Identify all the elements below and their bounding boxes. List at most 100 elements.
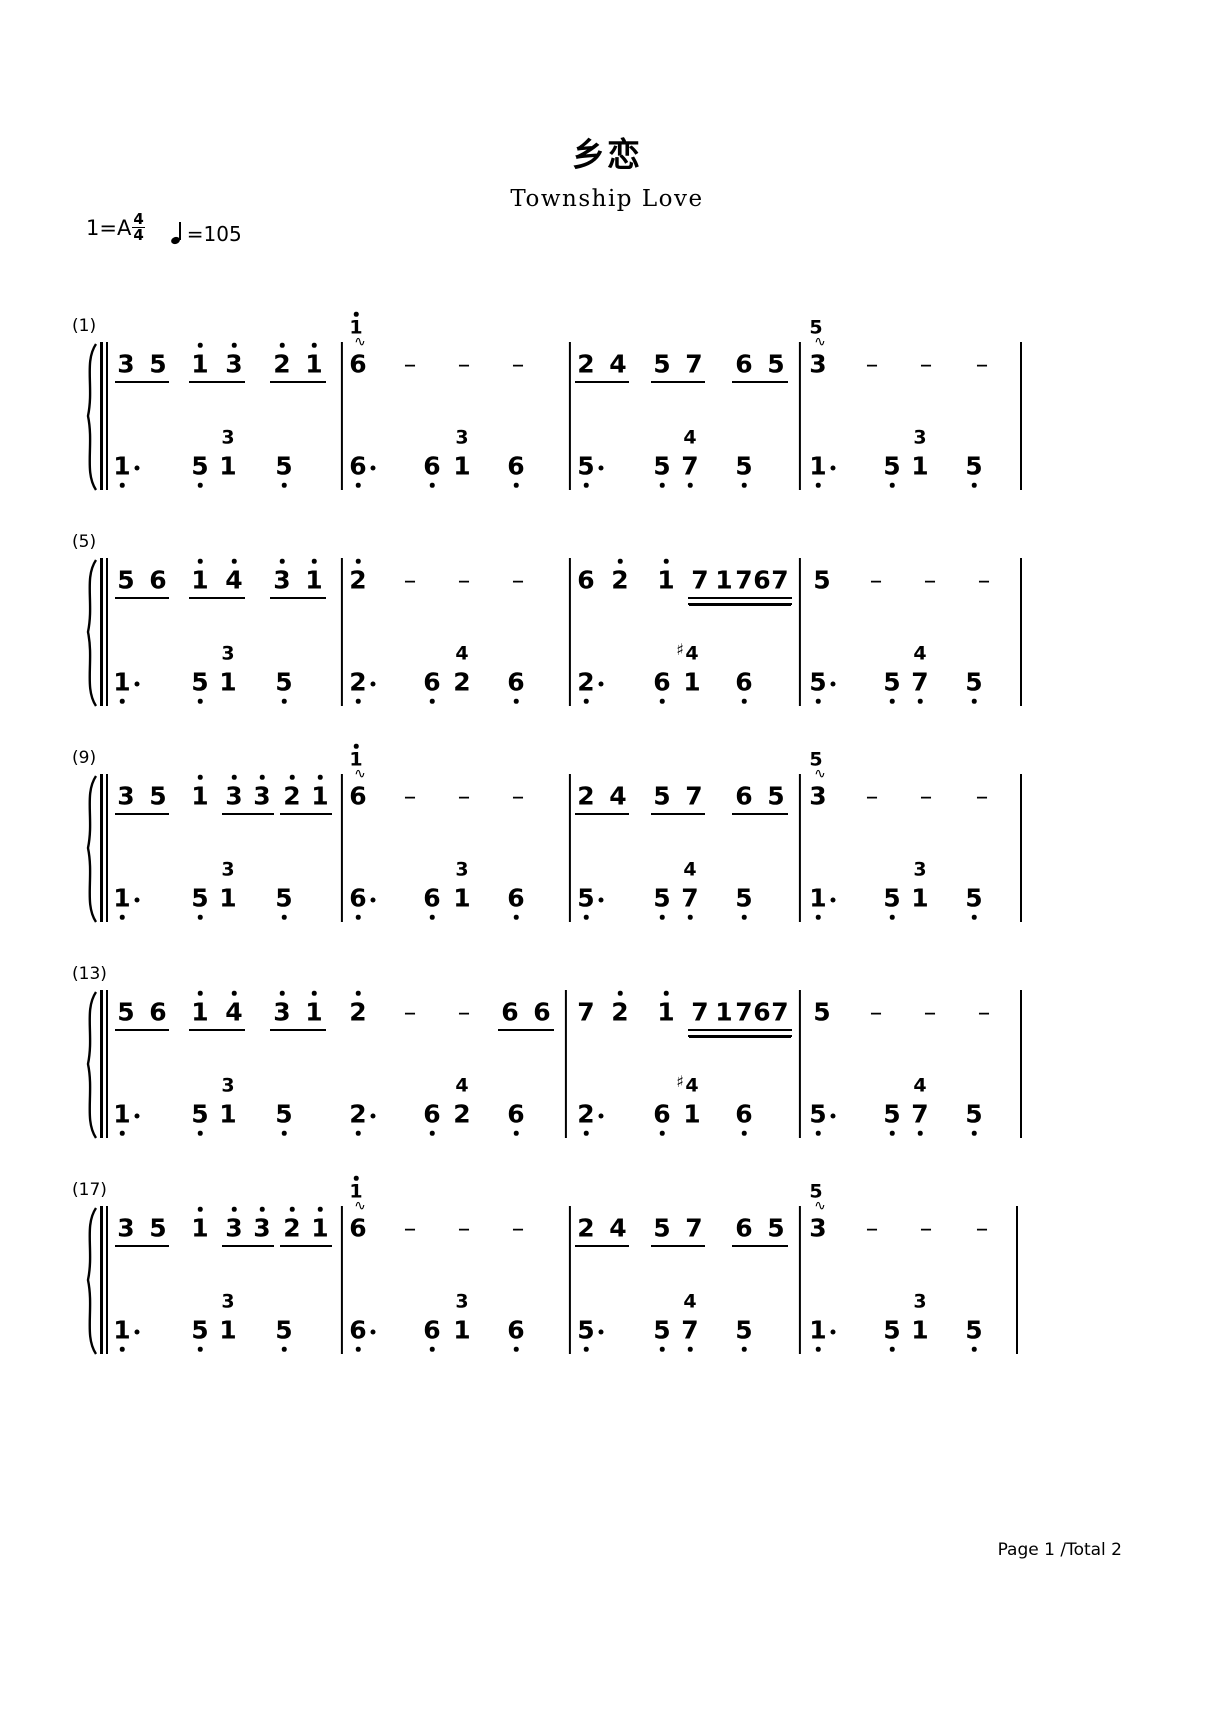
- chord-upper-note: 4: [455, 1074, 469, 1097]
- grace-octave-dot: [353, 1175, 359, 1181]
- octave-dot: [429, 914, 435, 920]
- note: 5: [735, 1315, 753, 1345]
- octave-dot: [355, 1346, 361, 1352]
- augmentation-dot: [134, 1113, 140, 1119]
- note: 3: [809, 349, 827, 379]
- octave-dot: [617, 990, 623, 996]
- octave-dot: [429, 698, 435, 704]
- rest-dash: –: [457, 349, 471, 379]
- octave-dot: [971, 1346, 977, 1352]
- note: 1: [809, 1315, 827, 1345]
- note: 6: [507, 1099, 525, 1129]
- music-system: (5) 5 6 1 4 3 1 2– – –6 2 1 7 1 7 6 7 5– – –1 5 1 3 5 2 6 2 4 6 2 6 1 4 ♯…: [0, 534, 1214, 734]
- rest-dash: –: [865, 1213, 879, 1243]
- note: 5: [883, 883, 901, 913]
- rest-dash: –: [923, 565, 937, 595]
- system-brace: [76, 774, 102, 924]
- music-system: (9) 3 5 1 3 3 2 1 6 1 ∿ – – –2 4 5 7 6 5 3 5 ∿ – – –1 5 1 3 5 6 6 1 3 6 5 5…: [0, 743, 1214, 950]
- note: 7: [685, 781, 703, 811]
- note: 3: [117, 781, 135, 811]
- note: 7: [681, 451, 699, 481]
- note: 6: [501, 997, 519, 1027]
- note: 6: [653, 667, 671, 697]
- octave-dot: [513, 1130, 519, 1136]
- beam-line: [115, 381, 169, 384]
- octave-dot: [311, 990, 317, 996]
- note: 1: [809, 883, 827, 913]
- octave-dot: [119, 914, 125, 920]
- note: 5: [191, 451, 209, 481]
- octave-dot: [289, 1206, 295, 1212]
- note: 1: [453, 883, 471, 913]
- octave-dot: [583, 1130, 589, 1136]
- note: 1: [191, 349, 209, 379]
- note: 6: [349, 1213, 367, 1243]
- beam-line: [733, 381, 787, 384]
- chord-upper-note: 3: [455, 426, 469, 449]
- rest-dash: –: [865, 349, 879, 379]
- barline: [568, 342, 572, 490]
- note: 6: [349, 1315, 367, 1345]
- beam-line: [115, 597, 169, 600]
- barline: [340, 558, 344, 706]
- note: 1: [113, 667, 131, 697]
- octave-dot: [583, 482, 589, 488]
- octave-dot: [279, 342, 285, 348]
- octave-dot: [197, 914, 203, 920]
- rest-dash: –: [457, 781, 471, 811]
- note: 7: [681, 883, 699, 913]
- augmentation-dot: [134, 1329, 140, 1335]
- octave-dot: [311, 342, 317, 348]
- note: 5: [191, 1315, 209, 1345]
- end-barline: [1020, 990, 1023, 1138]
- note: 5: [191, 667, 209, 697]
- beam-line: [189, 597, 245, 600]
- note: 5: [965, 1099, 983, 1129]
- key-signature: 1=A 4 4: [86, 212, 145, 244]
- note: 2: [349, 565, 367, 595]
- augmentation-dot: [830, 897, 836, 903]
- note: 5: [883, 451, 901, 481]
- note: 7: [691, 565, 709, 595]
- note: 3: [253, 1213, 271, 1243]
- grace-connector-icon: ∿: [814, 334, 826, 350]
- rest-dash: –: [457, 565, 471, 595]
- octave-dot: [815, 914, 821, 920]
- note: 5: [275, 667, 293, 697]
- rest-dash: –: [977, 565, 991, 595]
- note: 5: [653, 349, 671, 379]
- beam-line: [733, 813, 787, 816]
- note: 3: [809, 781, 827, 811]
- note: 1: [305, 997, 323, 1027]
- beam-line: [189, 381, 245, 384]
- octave-dot: [971, 698, 977, 704]
- beam-line: [733, 1245, 787, 1248]
- octave-dot: [355, 698, 361, 704]
- measure-number: (5): [72, 532, 97, 552]
- note: 1: [113, 1099, 131, 1129]
- tempo-value: =105: [186, 222, 242, 246]
- octave-dot: [429, 1346, 435, 1352]
- note: 6: [149, 565, 167, 595]
- octave-dot: [889, 482, 895, 488]
- chord-upper-note: 3: [221, 1290, 235, 1313]
- system-brace: [76, 1206, 102, 1356]
- octave-dot: [231, 1206, 237, 1212]
- octave-dot: [119, 698, 125, 704]
- octave-dot: [583, 914, 589, 920]
- beam-line: [271, 597, 325, 600]
- octave-dot: [197, 774, 203, 780]
- note: 2: [273, 349, 291, 379]
- octave-dot: [281, 1130, 287, 1136]
- note: 7: [691, 997, 709, 1027]
- beam-line: [651, 813, 705, 816]
- note: 6: [423, 451, 441, 481]
- note: 2: [577, 781, 595, 811]
- note: 1: [219, 883, 237, 913]
- octave-dot: [281, 482, 287, 488]
- grace-connector-icon: ∿: [354, 1198, 366, 1214]
- key-and-tempo: 1=A 4 4 =105: [86, 212, 242, 246]
- rest-dash: –: [403, 781, 417, 811]
- augmentation-dot: [134, 897, 140, 903]
- note: 6: [507, 667, 525, 697]
